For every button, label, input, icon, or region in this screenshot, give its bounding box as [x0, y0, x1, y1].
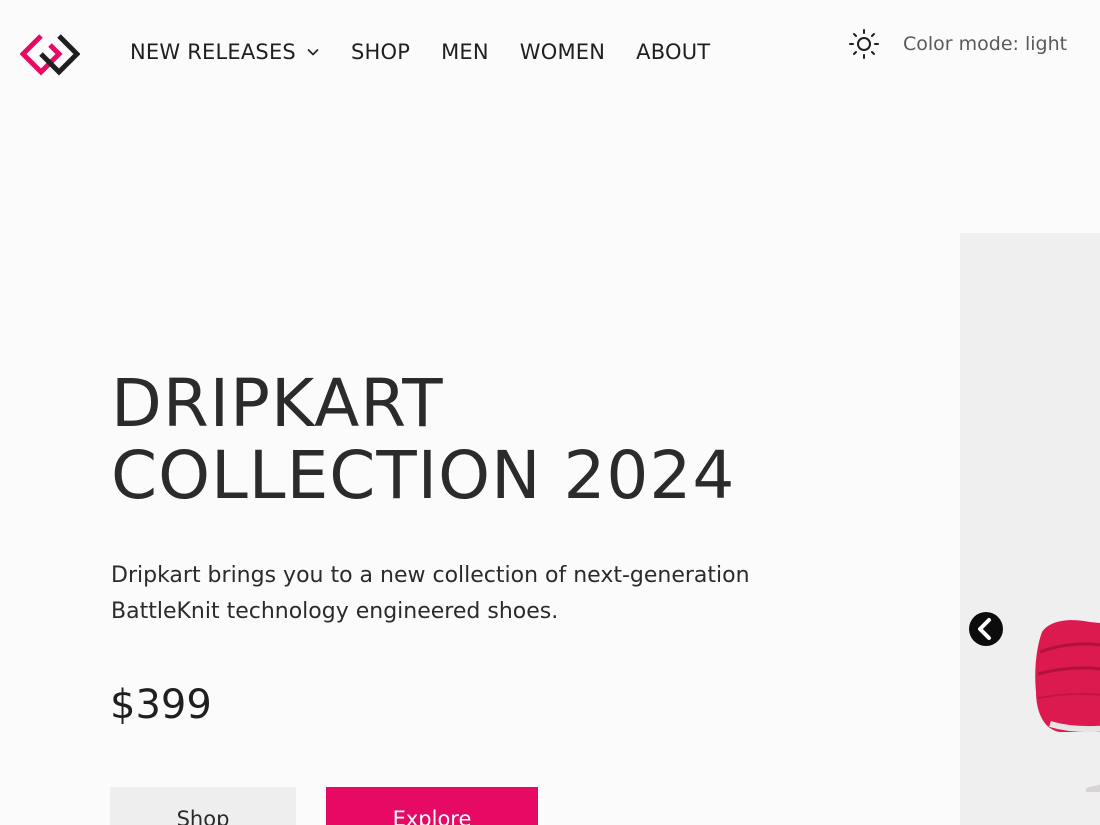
- nav-women-label: WOMEN: [519, 40, 606, 64]
- page: NEW RELEASES SHOP MEN WOMEN ABOUT Color …: [0, 0, 1100, 825]
- hero-title-line2: COLLECTION 2024: [111, 437, 736, 514]
- shop-button[interactable]: Shop: [110, 787, 296, 825]
- color-mode-toggle[interactable]: Color mode: light: [848, 28, 1067, 60]
- hero-title-line1: DRIPKART: [111, 365, 444, 442]
- nav-about-label: ABOUT: [636, 40, 711, 64]
- main-nav: NEW RELEASES SHOP MEN WOMEN ABOUT: [130, 40, 741, 64]
- nav-new-releases-label: NEW RELEASES: [130, 40, 296, 64]
- nav-shop-label: SHOP: [350, 40, 411, 64]
- nav-men[interactable]: MEN: [441, 40, 489, 64]
- nav-new-releases[interactable]: NEW RELEASES: [130, 40, 320, 64]
- sneaker-image: [1035, 620, 1100, 792]
- nav-men-label: MEN: [441, 40, 489, 64]
- nav-women[interactable]: WOMEN: [520, 40, 605, 64]
- hero-title: DRIPKART COLLECTION 2024: [111, 368, 871, 512]
- nav-shop[interactable]: SHOP: [351, 40, 410, 64]
- color-mode-label: Color mode: light: [903, 33, 1068, 55]
- logo[interactable]: [20, 32, 80, 76]
- price: $399: [110, 682, 212, 728]
- explore-button[interactable]: Explore: [326, 787, 538, 825]
- nav-about[interactable]: ABOUT: [636, 40, 710, 64]
- chevron-down-icon: [307, 48, 319, 56]
- hero-description: Dripkart brings you to a new collection …: [111, 563, 750, 624]
- carousel-prev-button[interactable]: [968, 611, 1004, 647]
- sun-icon: [849, 29, 879, 59]
